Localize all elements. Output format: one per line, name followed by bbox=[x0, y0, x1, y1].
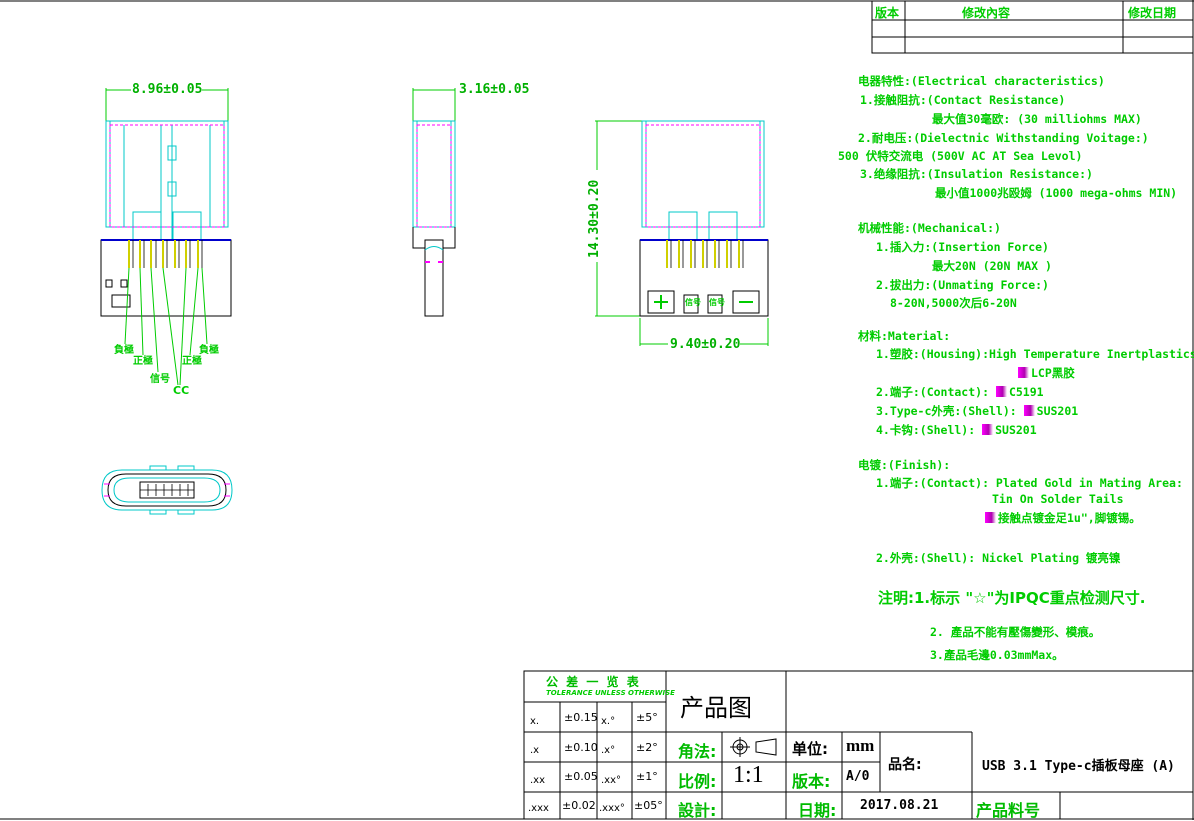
spec-mat2-value: C5191 bbox=[1008, 385, 1044, 399]
material-swatch-icon bbox=[1023, 405, 1035, 416]
tol-row4-d: ±05° bbox=[634, 799, 663, 812]
product-name-label: 品名: bbox=[888, 757, 922, 773]
spec-mat2-label: 2.端子:(Contact): bbox=[876, 385, 990, 399]
rev-col-content: 修改內容 bbox=[962, 6, 1011, 20]
unit-label: 单位: bbox=[792, 740, 828, 758]
tol-row1-a: x. bbox=[530, 716, 540, 727]
tol-row1-d: ±5° bbox=[636, 711, 658, 724]
tolerance-title: 公 差 一 览 表 bbox=[546, 675, 641, 689]
spec-material-title: 材料:Material: bbox=[858, 329, 951, 343]
tol-row4-c: .xxx° bbox=[599, 803, 625, 814]
spec-note1: 注明:1.标示 "☆"为IPQC重点检测尺寸. bbox=[878, 589, 1146, 607]
product-name: USB 3.1 Type-c插板母座 (A) bbox=[982, 759, 1175, 774]
spec-mat3-value: SUS201 bbox=[1036, 404, 1079, 418]
pin-label-pos1: 正極 bbox=[133, 356, 153, 367]
tol-row4-b: ±0.02 bbox=[562, 799, 596, 812]
tol-row1-c: x.° bbox=[601, 716, 616, 727]
spec-mat3: 3.Type-c外壳:(Shell): SUS201 bbox=[876, 403, 1078, 419]
tolerance-subtitle: TOLERANCE UNLESS OTHERWISE bbox=[546, 689, 675, 697]
pin-label-neg1: 負極 bbox=[114, 345, 134, 356]
material-swatch-icon bbox=[995, 386, 1007, 397]
version-value: A/0 bbox=[846, 769, 870, 784]
spec-note2: 2. 產品不能有壓傷變形、模痕。 bbox=[930, 625, 1101, 639]
dim-width-back: 9.40±0.20 bbox=[670, 337, 741, 352]
spec-m1-value: 最大20N (20N MAX ) bbox=[932, 259, 1052, 273]
pin-label-cc: CC bbox=[173, 384, 190, 397]
part-no-label: 产品料号 bbox=[976, 801, 1041, 820]
dim-width-front: 8.96±0.05 bbox=[132, 82, 203, 97]
spec-f1b: Tin On Solder Tails bbox=[992, 492, 1124, 506]
tol-row2-c: .x° bbox=[601, 745, 616, 756]
spec-mat3-label: 3.Type-c外壳:(Shell): bbox=[876, 404, 1017, 418]
spec-f2: 2.外壳:(Shell): Nickel Plating 镀亮镍 bbox=[876, 551, 1121, 565]
spec-note3: 3.產品毛邊0.03mmMax。 bbox=[930, 648, 1064, 662]
spec-mat2: 2.端子:(Contact): C5191 bbox=[876, 384, 1044, 400]
spec-mat1-value: LCP黑胶 bbox=[1018, 365, 1075, 381]
spec-e3-value: 最小值1000兆殴姆 (1000 mega-ohms MIN) bbox=[935, 186, 1178, 200]
scale-value: 1:1 bbox=[733, 762, 764, 788]
spec-mat1-value-text: LCP黑胶 bbox=[1031, 366, 1075, 380]
tol-row4-a: .xxx bbox=[528, 803, 549, 814]
dim-thickness: 3.16±0.05 bbox=[459, 82, 530, 97]
tol-row2-d: ±2° bbox=[636, 741, 658, 754]
spec-e2-value: 500 伏特交流电 (500V AC AT Sea Levol) bbox=[838, 149, 1083, 163]
spec-finish-title: 电镀:(Finish): bbox=[858, 458, 951, 472]
spec-mech-title: 机械性能:(Mechanical:) bbox=[858, 221, 1001, 235]
spec-f1c: 接触点镀金足1u",脚镀锡。 bbox=[985, 510, 1141, 526]
tol-row2-b: ±0.10 bbox=[564, 741, 598, 754]
side-view bbox=[412, 88, 456, 317]
spec-e2: 2.耐电压:(Dielectnic Withstanding Voitage:) bbox=[858, 131, 1149, 145]
tol-row1-b: ±0.15 bbox=[564, 711, 598, 724]
pin-label-neg2: 負極 bbox=[199, 345, 219, 356]
back-label-signal1: 信号 bbox=[685, 298, 701, 307]
scale-label: 比例: bbox=[678, 772, 717, 791]
material-swatch-icon bbox=[982, 424, 994, 435]
pin-label-signal: 信号 bbox=[150, 374, 170, 385]
spec-m2: 2.拔出力:(Unmating Force:) bbox=[876, 278, 1049, 292]
date-value: 2017.08.21 bbox=[860, 798, 939, 813]
design-label: 設計: bbox=[678, 801, 717, 820]
tol-row2-a: .x bbox=[530, 745, 540, 756]
rev-col-date: 修改日期 bbox=[1128, 6, 1177, 20]
spec-electrical-title: 电器特性:(Electrical characteristics) bbox=[858, 74, 1105, 88]
spec-e1-value: 最大值30毫欧: (30 milliohms MAX) bbox=[932, 112, 1142, 126]
rev-col-version: 版本 bbox=[875, 6, 900, 20]
dim-height: 14.30±0.20 bbox=[587, 179, 602, 258]
material-swatch-icon bbox=[985, 512, 996, 523]
spec-m1: 1.插入力:(Insertion Force) bbox=[876, 240, 1049, 254]
unit-value: mm bbox=[846, 736, 875, 755]
face-view bbox=[101, 465, 233, 515]
back-view bbox=[595, 120, 769, 346]
tol-row3-d: ±1° bbox=[636, 770, 658, 783]
spec-m2-value: 8-20N,5000次后6-20N bbox=[890, 296, 1017, 310]
spec-f1c-text: 接触点镀金足1u",脚镀锡。 bbox=[998, 511, 1141, 525]
spec-mat4: 4.卡钩:(Shell): SUS201 bbox=[876, 422, 1037, 438]
angle-label: 角法: bbox=[678, 742, 717, 761]
material-swatch-icon bbox=[1018, 367, 1029, 378]
tol-row3-c: .xx° bbox=[601, 775, 622, 786]
spec-mat4-label: 4.卡钩:(Shell): bbox=[876, 423, 976, 437]
spec-mat1: 1.塑胶:(Housing):High Temperature Inertpla… bbox=[876, 347, 1194, 361]
spec-f1: 1.端子:(Contact): Plated Gold in Mating Ar… bbox=[876, 476, 1183, 490]
back-label-signal2: 信号 bbox=[709, 298, 725, 307]
spec-e1: 1.接触阻抗:(Contact Resistance) bbox=[860, 93, 1066, 107]
spec-e3: 3.绝缘阻抗:(Insulation Resistance:) bbox=[860, 167, 1093, 181]
spec-mat4-value: SUS201 bbox=[995, 423, 1037, 437]
tol-row3-b: ±0.05 bbox=[564, 770, 598, 783]
tol-row3-a: .xx bbox=[530, 775, 546, 786]
drawing-kind: 产品图 bbox=[680, 694, 752, 722]
date-label: 日期: bbox=[798, 801, 837, 820]
version-label: 版本: bbox=[792, 772, 831, 791]
